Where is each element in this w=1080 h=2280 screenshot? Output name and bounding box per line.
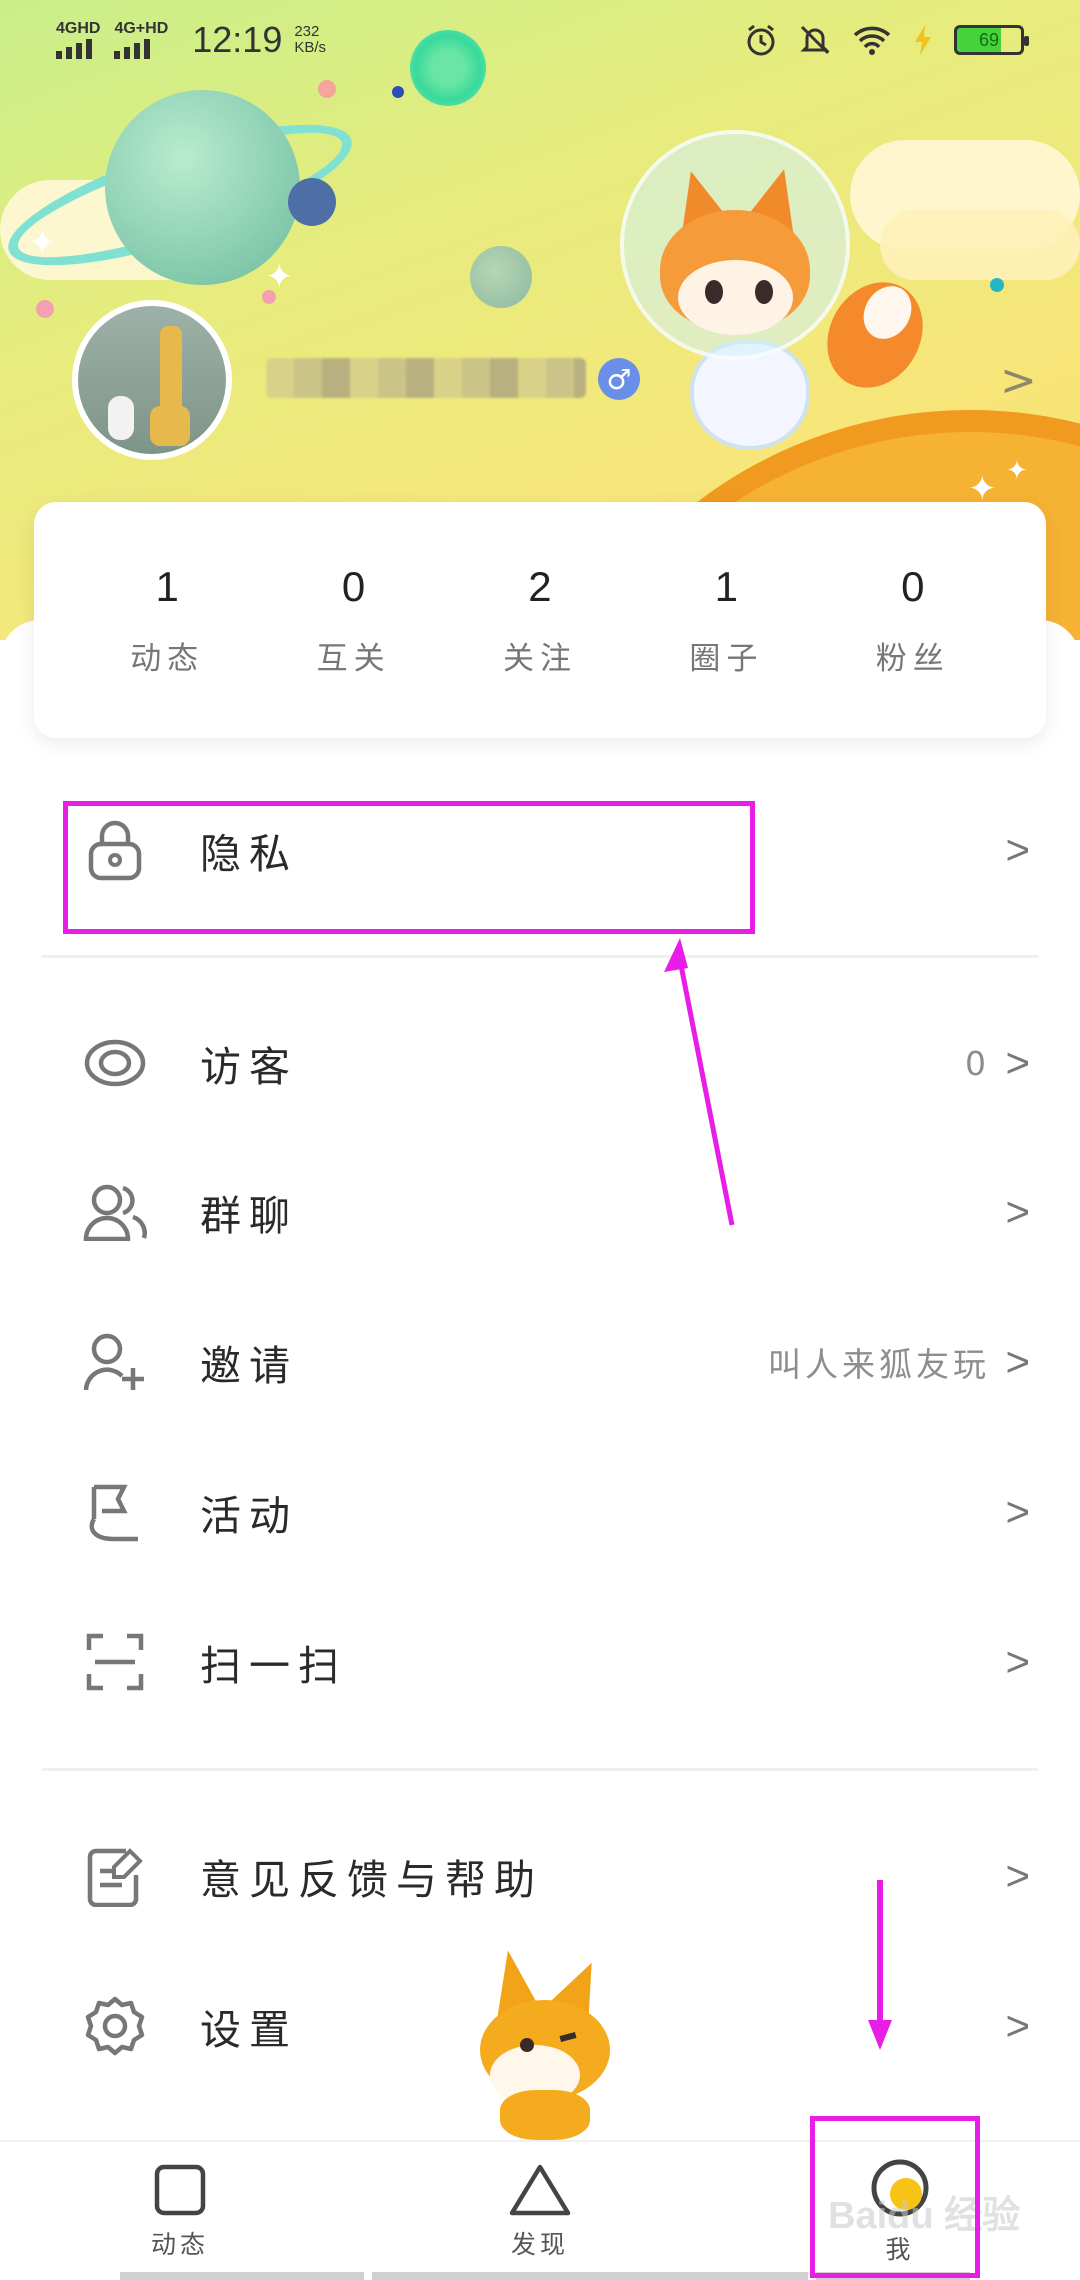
arrow-head-icon [664, 938, 688, 972]
annotation-arrows [664, 938, 892, 2050]
arrow-to-privacy [677, 959, 735, 1226]
arrow-head-icon [868, 2020, 892, 2050]
